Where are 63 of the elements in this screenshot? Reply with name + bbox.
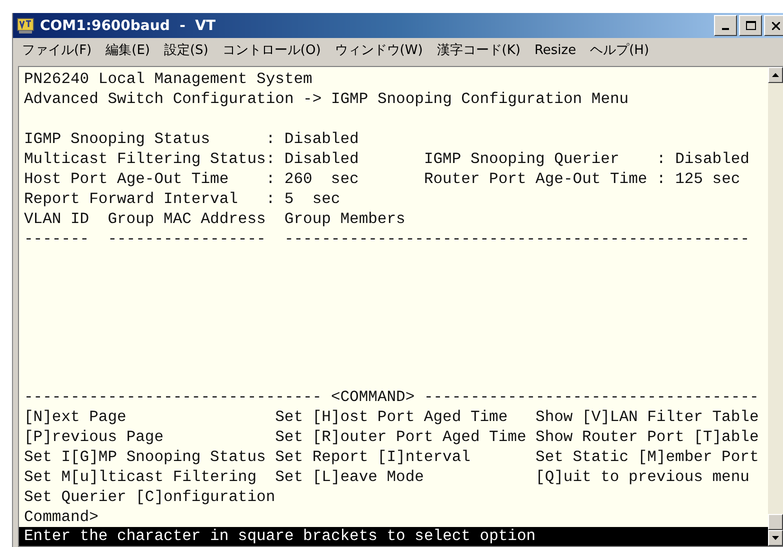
scroll-thumb[interactable] — [768, 514, 783, 530]
minimize-button[interactable] — [714, 15, 737, 36]
menu-option: Set M[u]lticast Filtering — [24, 467, 276, 487]
field-separator: : — [656, 149, 667, 169]
close-icon — [772, 22, 780, 30]
field-value: Disabled — [284, 129, 360, 149]
window-title: COM1:9600baud - VT — [40, 18, 217, 34]
maximize-icon — [746, 21, 756, 30]
menu-option: Show [V]LAN Filter Table — [536, 407, 768, 427]
menu-item[interactable]: ヘルプ(H) — [583, 41, 656, 59]
menu-option: Set I[G]MP Snooping Status — [24, 447, 276, 467]
field-label: Host Port Age-Out Time — [24, 169, 230, 189]
minimize-icon — [722, 28, 729, 30]
field-value: Disabled — [284, 149, 360, 169]
field-value: 5 sec — [284, 189, 342, 209]
menu-option: Set [H]ost Port Aged Time — [275, 407, 536, 427]
field-label: IGMP Snooping Status — [24, 129, 212, 149]
field-value: 260 sec — [284, 169, 360, 189]
scrollbar[interactable] — [768, 67, 783, 546]
menu-option: Set Report [I]nterval — [275, 447, 536, 467]
field-separator: : — [266, 189, 276, 209]
menu-item[interactable]: コントロール(O) — [215, 41, 328, 59]
menu-option: [P]revious Page — [24, 427, 276, 447]
scroll-down-icon — [772, 536, 779, 540]
app-icon — [17, 18, 34, 34]
field-separator: : — [266, 129, 276, 149]
menu-option: Set [R]outer Port Aged Time — [275, 427, 536, 447]
field-label: Multicast Filtering Status — [24, 149, 266, 169]
terminal-text: PN26240 Local Management System — [24, 69, 312, 89]
maximize-button[interactable] — [739, 15, 762, 36]
terminal-text: Advanced Switch Configuration -> IGMP Snooping Configuration Menu — [24, 89, 629, 109]
close-button[interactable] — [764, 15, 783, 36]
section-title: <COMMAND> — [330, 387, 416, 407]
menu-item[interactable]: 編集(E) — [98, 41, 157, 59]
column-header: Group MAC Address — [108, 209, 267, 229]
field-label: IGMP Snooping Querier — [424, 149, 620, 169]
command-prompt: Command> — [24, 507, 98, 527]
dash-rule: ------------------------------------ — [424, 387, 759, 407]
dash-rule: -------------------------------- — [24, 387, 323, 407]
column-header: VLAN ID — [24, 209, 90, 229]
menu-item[interactable]: ファイル(F) — [15, 41, 99, 59]
field-value: Disabled — [675, 149, 750, 169]
menu-option: Show Router Port [T]able — [536, 427, 768, 447]
field-separator: : — [266, 169, 276, 189]
field-label: Router Port Age-Out Time — [424, 169, 648, 189]
field-separator: : — [266, 149, 276, 169]
menu-option: Set Static [M]ember Port — [536, 447, 768, 467]
menu-item[interactable]: ウィンドウ(W) — [328, 41, 430, 59]
menu-option: [N]ext Page — [24, 407, 276, 427]
menu-item[interactable]: Resize — [527, 42, 584, 58]
dash-rule: ------- — [24, 229, 90, 249]
dash-rule: ----------------- — [108, 229, 267, 249]
menu-item[interactable]: 設定(S) — [156, 41, 216, 59]
menu-item[interactable]: 漢字コード(K) — [430, 41, 528, 59]
field-separator: : — [656, 169, 667, 189]
column-header: Group Members — [284, 209, 406, 229]
menu-option: [Q]uit to previous menu — [536, 467, 768, 487]
dash-rule: -------------------------------------------------- — [284, 229, 750, 249]
menu-option: Set Querier [C]onfiguration — [24, 487, 276, 507]
field-value: 125 sec — [675, 169, 740, 189]
menu-option: Set [L]eave Mode — [275, 467, 536, 487]
scroll-up-icon — [772, 73, 779, 77]
field-label: Report Forward Interval — [24, 189, 239, 209]
